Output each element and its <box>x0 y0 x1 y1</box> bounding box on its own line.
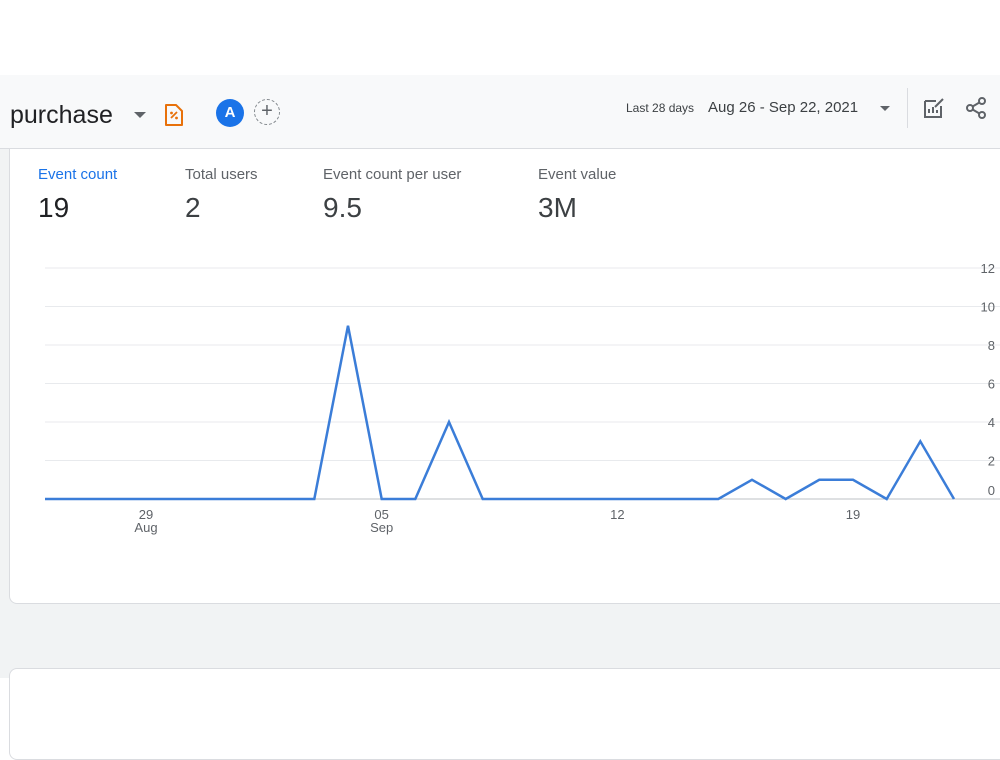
add-comparison-icon[interactable]: + <box>254 99 280 125</box>
y-tick-label: 10 <box>981 300 995 315</box>
share-icon[interactable] <box>964 96 988 120</box>
metric-label: Event count per user <box>323 166 462 183</box>
metric-label: Event count <box>38 166 118 183</box>
date-range-label: Last 28 days <box>626 101 695 115</box>
metric-label: Event value <box>538 166 617 183</box>
y-tick-label: 12 <box>981 261 995 276</box>
y-tick-label: 8 <box>988 338 995 353</box>
next-card <box>9 668 1000 760</box>
report-title[interactable]: purchase <box>10 101 113 130</box>
metric-total-users[interactable]: Total users 2 <box>185 166 258 224</box>
y-tick-label: 0 <box>988 483 995 498</box>
y-tick-label: 6 <box>988 377 995 392</box>
metric-label: Total users <box>185 166 258 183</box>
chevron-down-icon[interactable] <box>134 112 146 118</box>
event-count-line-chart: 02468101229Aug05Sep12 19 <box>45 261 1000 535</box>
y-tick-label: 4 <box>988 415 995 430</box>
customize-report-icon[interactable] <box>922 96 946 120</box>
sheet-icon[interactable] <box>163 103 185 127</box>
metric-event-count[interactable]: Event count 19 <box>38 166 117 224</box>
metric-event-value[interactable]: Event value 3M <box>538 166 616 224</box>
metric-value: 9.5 <box>323 192 362 223</box>
metric-value: 3M <box>538 192 577 223</box>
x-tick-label: 19 <box>846 507 860 522</box>
y-tick-label: 2 <box>988 454 995 469</box>
metric-value: 2 <box>185 192 201 223</box>
comparison-avatar[interactable]: A <box>216 99 244 127</box>
header-divider <box>907 88 908 128</box>
x-tick-month-label: Aug <box>134 520 157 535</box>
metric-event-count-per-user[interactable]: Event count per user 9.5 <box>323 166 461 224</box>
x-tick-label: 12 <box>610 507 624 522</box>
date-range-picker[interactable]: Aug 26 - Sep 22, 2021 <box>708 99 858 116</box>
series-line <box>45 325 956 501</box>
x-tick-month-label: Sep <box>370 520 393 535</box>
date-range-chevron-icon[interactable] <box>880 106 890 111</box>
metric-value: 19 <box>38 192 70 223</box>
